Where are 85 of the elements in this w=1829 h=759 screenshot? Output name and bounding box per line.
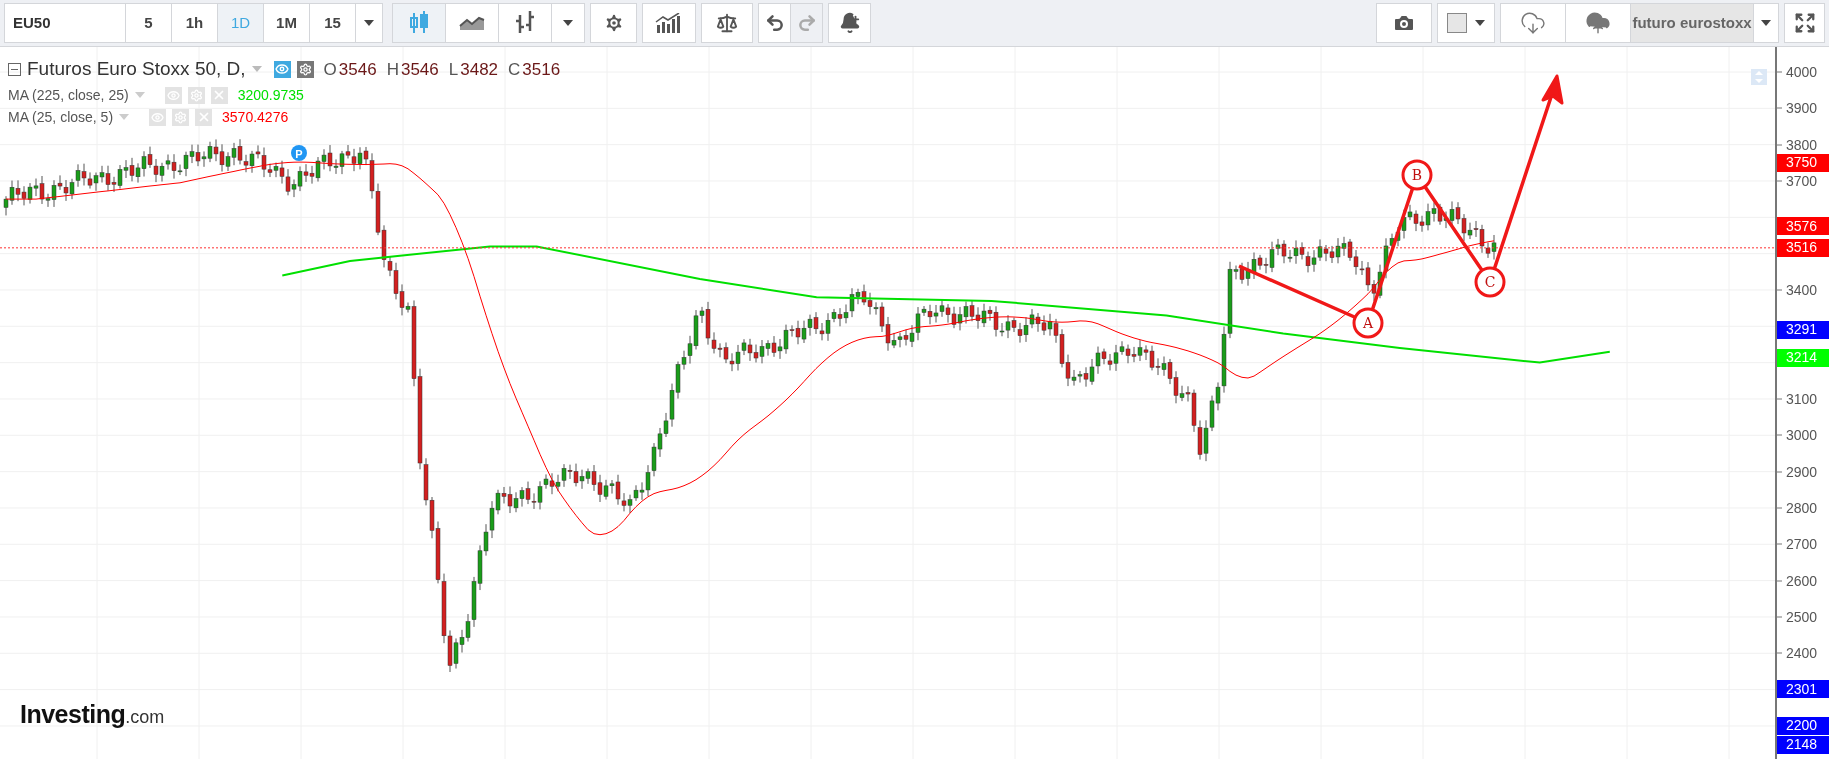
price-tick: 2500 [1786,607,1818,627]
compare-button[interactable] [701,3,753,43]
ohlc-value: 3516 [522,58,561,81]
save-button[interactable] [1565,3,1631,43]
layout-name-button[interactable]: futuro eurostoxx [1630,3,1754,43]
color-swatch [1447,13,1467,33]
fullscreen-icon [1793,12,1816,34]
price-tag: 3750 [1777,153,1829,172]
symbol-field[interactable]: EU50 [4,3,126,43]
ohlc-value: 3482 [460,58,499,81]
ohlc-letter: C [508,58,521,81]
scale-icon [716,12,738,34]
indicator-value: 3570.4276 [222,107,289,127]
snapshot-button[interactable] [1376,3,1432,43]
price-tick: 3100 [1786,389,1818,409]
interval-dropdown[interactable] [355,3,383,43]
price-tick: 2900 [1786,462,1818,482]
layout-dropdown[interactable] [1753,3,1779,43]
interval-button[interactable]: 5 [125,3,172,43]
scale-toggle-icon[interactable] [1751,69,1767,85]
ohlc-letter: O [323,58,337,81]
caret-icon [119,114,130,120]
price-tick: 4000 [1786,62,1818,82]
price-tick: 3700 [1786,171,1818,191]
alert-button[interactable] [828,3,871,43]
price-tick: 2400 [1786,643,1818,663]
marker-badge: P [291,145,307,161]
caret-icon [563,20,573,26]
ohlc-letter: H [386,58,399,81]
ohlc-letter: L [448,58,459,81]
caret-icon [134,92,145,98]
price-tick: 2800 [1786,498,1818,518]
visibility-toggle[interactable] [273,60,291,78]
area-chart-icon [459,15,485,31]
interval-button[interactable]: 1M [263,3,310,43]
ohlc-value: 3546 [338,58,377,81]
load-button[interactable] [1500,3,1566,43]
interval-button[interactable]: 15 [309,3,356,43]
caret-icon [1475,20,1485,26]
indicator-value: 3200.9735 [237,85,304,105]
price-tick: 3800 [1786,135,1818,155]
cloud-download-icon [1520,10,1546,36]
undo-icon [764,13,785,33]
caret-icon [364,20,374,26]
indicators-button[interactable] [642,3,696,43]
settings-button[interactable] [590,3,637,43]
price-tag: 3291 [1777,320,1829,339]
price-tag: 3214 [1777,348,1829,367]
price-tag: 2200 [1777,716,1829,735]
price-tick: 3000 [1786,425,1818,445]
price-tag: 2301 [1777,680,1829,699]
settings-toggle[interactable] [296,60,314,78]
caret-icon [251,66,262,73]
bar-chart-icon [655,13,683,33]
bar-chart-icon [514,11,536,35]
chart-type-button[interactable] [445,3,499,43]
chart-title: Futuros Euro Stoxx 50, D, [27,57,246,81]
settings-toggle[interactable] [187,86,205,104]
undo-button[interactable] [758,3,791,43]
fullscreen-button[interactable] [1784,3,1825,43]
indicator-name: MA (225, close, 25) [8,85,129,105]
visibility-toggle[interactable] [164,86,182,104]
wave-label: B [1401,159,1433,191]
candlestick-icon [409,11,429,35]
color-button[interactable] [1437,3,1495,43]
price-tick: 3400 [1786,280,1818,300]
indicator-name: MA (25, close, 5) [8,107,114,127]
price-tag: 2148 [1777,735,1829,754]
caret-icon [1761,20,1771,26]
price-tag: 3516 [1777,238,1829,257]
ohlc-value: 3546 [400,58,439,81]
logo: Investing.com [20,698,165,730]
collapse-icon[interactable] [8,62,21,76]
price-tick: 2600 [1786,571,1818,591]
price-tick: 3900 [1786,98,1818,118]
price-tick: 2700 [1786,534,1818,554]
chart-type-dropdown[interactable] [551,3,585,43]
interval-button[interactable]: 1h [171,3,218,43]
chart-type-button[interactable] [498,3,552,43]
price-tag: 3576 [1777,217,1829,236]
remove-toggle[interactable] [210,86,228,104]
bell-icon [838,12,861,34]
wave-label: A [1352,307,1384,339]
wave-label: C [1474,266,1506,298]
redo-icon [796,13,817,33]
